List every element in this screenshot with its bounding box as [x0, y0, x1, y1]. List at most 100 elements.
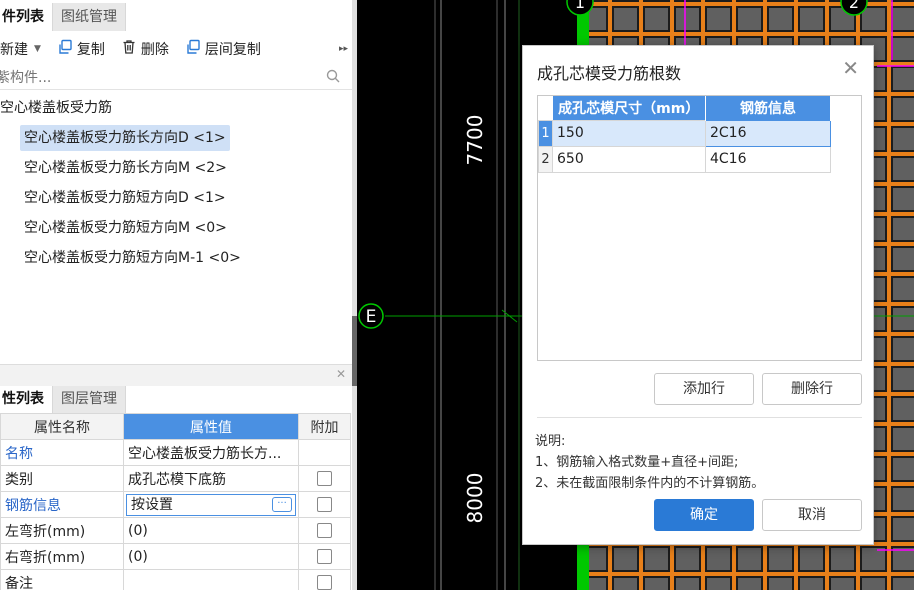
property-name: 类别 [0, 465, 124, 492]
checkbox[interactable] [317, 575, 332, 590]
new-button[interactable]: 新建 ▼ [0, 37, 45, 61]
slab-cell [738, 8, 761, 30]
add-row-button[interactable]: 添加行 [654, 373, 754, 405]
slab-cell [893, 548, 914, 570]
dimension-7700: 7700 [463, 115, 487, 166]
row-number: 2 [538, 145, 553, 173]
dialog-divider [537, 417, 862, 418]
tab-property-list[interactable]: 性列表 [0, 386, 53, 414]
table-row[interactable]: 左弯折(mm) (0) [0, 517, 351, 544]
slab-cell [831, 578, 854, 590]
column-header: 属性值 [123, 413, 299, 440]
column-header: 钢筋信息 [705, 96, 831, 120]
slab-cell [800, 548, 823, 570]
delete-row-button[interactable]: 删除行 [762, 373, 862, 405]
notes-heading: 说明: [535, 434, 566, 449]
slab-cell [893, 68, 914, 90]
panel-divider[interactable]: ✕ [0, 364, 352, 386]
component-panel: 件列表 图纸管理 新建 ▼ 复制 删除 层间复制 ▸▸ 紫构件... 空心楼盖板… [0, 0, 354, 590]
property-value[interactable]: (0) [123, 543, 299, 570]
slab-cell [676, 548, 699, 570]
property-name: 名称 [0, 439, 124, 466]
rebar-cell[interactable]: 4C16 [705, 145, 831, 173]
table-row[interactable]: 类别 成孔芯模下底筋 [0, 465, 351, 492]
tree-item[interactable]: 空心楼盖板受力筋短方向M-1 <0> [20, 245, 245, 271]
slab-cell [893, 518, 914, 540]
table-row[interactable]: 钢筋信息 按设置 ··· [0, 491, 351, 518]
size-cell[interactable]: 150 [552, 119, 706, 147]
copy-button[interactable]: 复制 [53, 37, 109, 61]
tab-drawing-management[interactable]: 图纸管理 [53, 3, 126, 31]
tab-component-list[interactable]: 件列表 [0, 3, 53, 31]
rebar-cell[interactable]: 2C16 [705, 119, 831, 147]
property-extra [298, 543, 351, 570]
column-header: 附加 [298, 413, 351, 440]
table-row[interactable]: 右弯折(mm) (0) [0, 543, 351, 570]
slab-cell [738, 578, 761, 590]
cancel-button[interactable]: 取消 [762, 499, 862, 531]
delete-button[interactable]: 删除 [117, 37, 173, 61]
tree-item[interactable]: 空心楼盖板受力筋短方向M <0> [20, 215, 231, 241]
slab-cell [893, 98, 914, 120]
ellipsis-button[interactable]: ··· [272, 496, 292, 512]
floor-copy-button[interactable]: 层间复制 [181, 37, 265, 61]
property-tabs: 性列表 图层管理 [0, 386, 126, 414]
tree-item[interactable]: 空心楼盖板受力筋长方向D <1> [20, 125, 230, 151]
row-number: 1 [538, 119, 553, 147]
property-value[interactable]: 空心楼盖板受力筋长方... [123, 439, 299, 466]
search-icon[interactable] [326, 69, 340, 87]
checkbox[interactable] [317, 471, 332, 486]
trash-icon [121, 39, 137, 59]
column-header: 成孔芯模尺寸（mm） [552, 96, 706, 120]
checkbox[interactable] [317, 523, 332, 538]
layer-copy-icon [185, 39, 201, 59]
property-value[interactable]: 成孔芯模下底筋 [123, 465, 299, 492]
slab-cell [676, 578, 699, 590]
slab-cell [614, 578, 637, 590]
property-name: 右弯折(mm) [0, 543, 124, 570]
slab-cell [645, 578, 668, 590]
axis-1-label: 1 [575, 0, 585, 12]
close-icon[interactable]: ✕ [336, 367, 346, 381]
ok-button[interactable]: 确定 [654, 499, 754, 531]
axis-e-label: E [366, 307, 377, 327]
tree-item[interactable]: 空心楼盖板受力筋长方向M <2> [20, 155, 231, 181]
property-value[interactable] [123, 569, 299, 590]
slab-cell [893, 488, 914, 510]
table-row[interactable]: 2 650 4C16 [538, 145, 831, 173]
table-row[interactable]: 名称 空心楼盖板受力筋长方... [0, 439, 351, 466]
slab-cell [707, 548, 730, 570]
property-name: 左弯折(mm) [0, 517, 124, 544]
checkbox[interactable] [317, 497, 332, 512]
property-table: 属性名称 属性值 附加 名称 空心楼盖板受力筋长方... 类别 成孔芯模下底筋 … [0, 413, 351, 590]
property-extra [298, 465, 351, 492]
tree-item[interactable]: 空心楼盖板受力筋短方向D <1> [20, 185, 230, 211]
slab-cell [893, 428, 914, 450]
close-icon[interactable]: ✕ [842, 58, 859, 78]
slab-cell [893, 128, 914, 150]
table-row[interactable]: 1 150 2C16 [538, 119, 831, 147]
slab-cell [614, 8, 637, 30]
component-toolbar: 新建 ▼ 复制 删除 层间复制 ▸▸ [0, 34, 352, 64]
axis-2-label: 2 [849, 0, 859, 12]
tree-root[interactable]: 空心楼盖板受力筋 [0, 95, 112, 121]
chevron-down-icon[interactable]: ▼ [34, 44, 41, 54]
dialog-title: 成孔芯模受力筋根数 [537, 64, 682, 83]
rebar-setting-input[interactable]: 按设置 ··· [126, 493, 296, 516]
search-input[interactable] [0, 66, 320, 90]
size-cell[interactable]: 650 [552, 145, 706, 173]
slab-cell [800, 8, 823, 30]
tab-layer-management[interactable]: 图层管理 [53, 386, 126, 414]
slab-cell [676, 8, 699, 30]
delete-label: 删除 [140, 42, 169, 58]
slab-cell [893, 8, 914, 30]
slab-cell [893, 278, 914, 300]
more-tools-button[interactable]: ▸▸ [335, 37, 352, 61]
rebar-setting-value: 按设置 [131, 496, 173, 513]
corner-cell [538, 96, 553, 120]
table-row[interactable]: 备注 [0, 569, 351, 590]
checkbox[interactable] [317, 549, 332, 564]
property-value[interactable]: (0) [123, 517, 299, 544]
slab-cell [893, 218, 914, 240]
slab-cell [893, 398, 914, 420]
